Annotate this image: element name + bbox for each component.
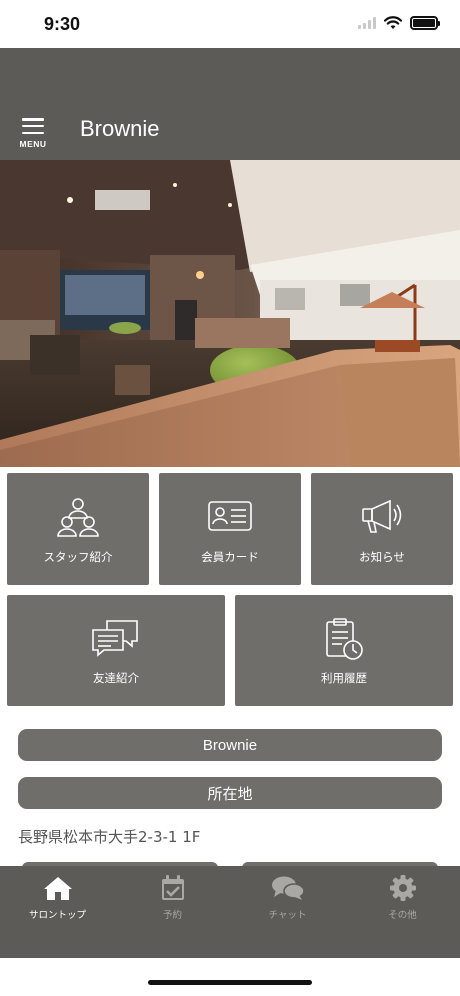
tab-reservation-label: 予約 [162,910,182,921]
friend-referral-tile-label: 友達紹介 [93,671,139,685]
home-icon [43,874,73,902]
member-card-icon [207,495,253,539]
tab-other[interactable]: その他 [345,866,460,958]
usage-history-tile-label: 利用履歴 [321,671,367,685]
status-bar: 9:30 [0,0,460,48]
wifi-icon [384,16,402,29]
staff-tile-label: スタッフ紹介 [43,550,113,564]
hamburger-icon [22,118,44,134]
cellular-signal-icon [358,17,376,29]
home-area [0,958,460,996]
battery-icon [410,16,440,30]
news-tile[interactable]: お知らせ [311,473,453,585]
calendar-check-icon [160,874,186,902]
news-tile-label: お知らせ [359,550,405,564]
chat-bubbles-icon [91,617,141,661]
page-title: Brownie [80,116,160,141]
bottom-tab-bar: サロントップ 予約 チャット その他 [0,866,460,958]
chat-icon [271,874,305,902]
staff-tile[interactable]: スタッフ紹介 [7,473,149,585]
member-card-tile-label: 会員カード [201,550,259,564]
gear-icon [389,874,417,902]
address-text: 長野県松本市大手2-3-1 1F [18,828,201,846]
megaphone-icon [360,495,404,539]
menu-label: MENU [19,139,47,149]
tab-chat-label: チャット [268,910,307,921]
shop-name-button[interactable]: Brownie [18,729,442,761]
tab-other-label: その他 [388,910,417,921]
tab-salon-top-label: サロントップ [28,910,86,921]
app-header: MENU Brownie [0,48,460,160]
menu-button[interactable]: MENU [14,118,52,152]
staff-icon [56,495,100,539]
friend-referral-tile[interactable]: 友達紹介 [7,595,225,706]
member-card-tile[interactable]: 会員カード [159,473,301,585]
tab-chat[interactable]: チャット [230,866,345,958]
status-icons [358,16,440,30]
hero-image [0,160,460,467]
tab-reservation[interactable]: 予約 [115,866,230,958]
home-indicator[interactable] [148,980,312,985]
clipboard-clock-icon [324,617,364,661]
location-button[interactable]: 所在地 [18,777,442,809]
usage-history-tile[interactable]: 利用履歴 [235,595,453,706]
status-time: 9:30 [44,14,81,34]
tab-salon-top[interactable]: サロントップ [0,866,115,958]
